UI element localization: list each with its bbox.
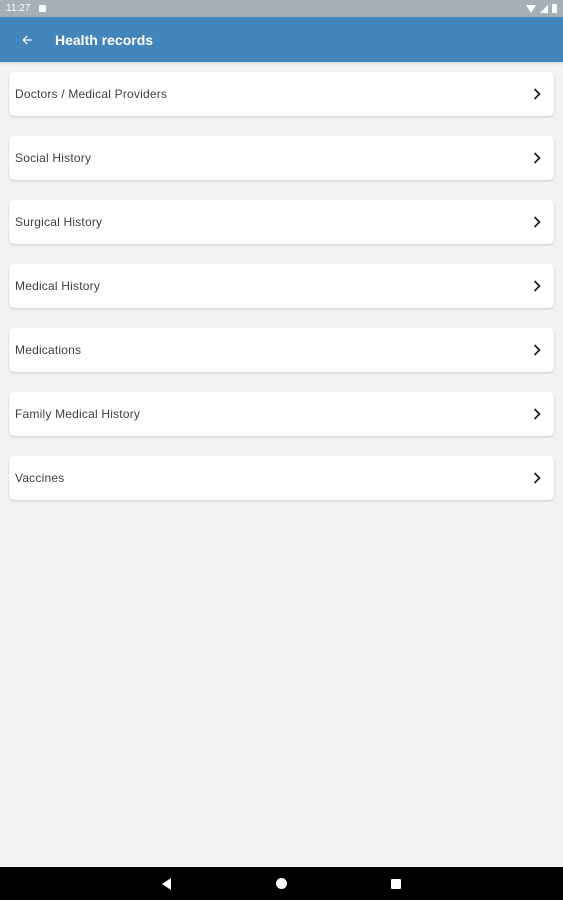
app-bar: Health records xyxy=(0,17,563,62)
chevron-right-icon xyxy=(531,152,543,164)
record-item-label: Surgical History xyxy=(15,215,103,229)
record-item-label: Doctors / Medical Providers xyxy=(15,87,168,101)
page-title: Health records xyxy=(55,31,154,48)
status-left: 11:27 xyxy=(6,3,47,14)
status-right xyxy=(526,4,557,13)
battery-icon xyxy=(552,4,557,13)
chevron-right-icon xyxy=(531,408,543,420)
record-item-doctors[interactable]: Doctors / Medical Providers xyxy=(9,72,554,116)
wifi-icon xyxy=(526,4,536,13)
nav-home-button[interactable] xyxy=(274,876,289,891)
chevron-right-icon xyxy=(531,472,543,484)
arrow-left-icon xyxy=(22,34,32,45)
status-bar: 11:27 xyxy=(0,0,563,17)
record-item-surgical-history[interactable]: Surgical History xyxy=(9,200,554,244)
record-item-family-medical-history[interactable]: Family Medical History xyxy=(9,392,554,436)
record-item-label: Vaccines xyxy=(15,471,65,485)
nav-recents-button[interactable] xyxy=(388,876,403,891)
record-item-label: Medications xyxy=(15,343,82,357)
records-list: Doctors / Medical Providers Social Histo… xyxy=(9,72,554,520)
home-circle-icon xyxy=(276,878,287,889)
recents-square-icon xyxy=(390,878,401,889)
record-item-social-history[interactable]: Social History xyxy=(9,136,554,180)
back-triangle-icon xyxy=(162,877,171,890)
notification-icon xyxy=(39,5,47,12)
record-item-medical-history[interactable]: Medical History xyxy=(9,264,554,308)
chevron-right-icon xyxy=(531,344,543,356)
record-item-vaccines[interactable]: Vaccines xyxy=(9,456,554,500)
record-item-label: Medical History xyxy=(15,279,101,293)
chevron-right-icon xyxy=(531,216,543,228)
record-item-medications[interactable]: Medications xyxy=(9,328,554,372)
record-item-label: Social History xyxy=(15,151,92,165)
system-nav-bar xyxy=(0,867,563,900)
signal-icon xyxy=(540,4,548,13)
nav-back-button[interactable] xyxy=(159,876,174,891)
back-button[interactable] xyxy=(16,29,38,51)
chevron-right-icon xyxy=(531,280,543,292)
record-item-label: Family Medical History xyxy=(15,407,141,421)
status-time: 11:27 xyxy=(6,3,31,14)
chevron-right-icon xyxy=(531,88,543,100)
